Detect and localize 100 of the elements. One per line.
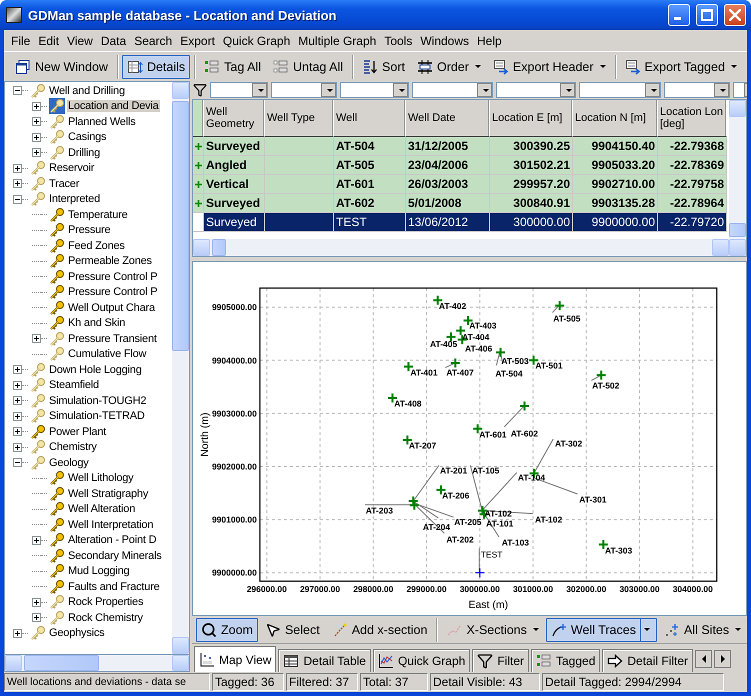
toolbar-button[interactable]: Order <box>412 54 486 78</box>
menu-item[interactable]: Tools <box>380 34 416 48</box>
table-cell: 23/04/2006 <box>406 156 490 175</box>
column-header[interactable]: Well Geometry <box>204 100 265 137</box>
tree-item[interactable]: Well and Drilling <box>48 84 126 97</box>
tab[interactable]: Filter <box>472 649 529 672</box>
tree-item[interactable]: Well Lithology <box>67 472 134 484</box>
toolbar-button[interactable]: Sort <box>357 54 410 78</box>
table-cell: AT-601 <box>334 175 406 194</box>
tree-item[interactable]: Temperature <box>67 208 129 221</box>
tree-item[interactable]: Cumulative Flow <box>67 348 148 360</box>
tree-item[interactable]: Simulation-TOUGH2 <box>48 394 148 407</box>
menu-item[interactable]: Multiple Graph <box>294 34 380 48</box>
tree-item[interactable]: Well Output Chara <box>67 302 156 314</box>
tree-item[interactable]: Alteration - Point D <box>67 534 158 546</box>
table-cell: 299957.20 <box>490 175 573 194</box>
toolbar-button[interactable]: Export Header <box>488 54 611 78</box>
tree-item[interactable]: Planned Wells <box>67 116 137 128</box>
toolbar-button[interactable]: Select <box>260 618 325 642</box>
tree-item[interactable]: Chemistry <box>48 441 98 454</box>
toolbar-button[interactable]: Export Tagged <box>620 54 742 78</box>
well-label: AT-505 <box>553 314 580 324</box>
well-label: AT-406 <box>465 343 492 354</box>
menu-item[interactable]: Help <box>473 34 506 48</box>
axis-tick-label: 9904000.00 <box>212 355 257 366</box>
tree-item[interactable]: Pressure Transient <box>67 332 158 345</box>
well-label: AT-102 <box>535 514 562 524</box>
tree-item[interactable]: Interpreted <box>48 193 102 206</box>
tree-item[interactable]: Well Stratigraphy <box>67 488 150 500</box>
well-label: AT-101 <box>486 518 514 528</box>
tree-item[interactable]: Permeable Zones <box>67 255 153 268</box>
status-text: Total: 37 <box>360 673 428 691</box>
tree-item[interactable]: Steamfield <box>48 379 100 392</box>
tab[interactable]: Quick Graph <box>372 649 470 672</box>
tab[interactable]: Detail Table <box>278 649 371 672</box>
tree-item[interactable]: Faults and Fracture <box>67 580 161 593</box>
tree-item[interactable]: Location and Devia <box>67 100 160 112</box>
column-header[interactable]: Location Lon [deg] <box>658 100 727 137</box>
tree-item[interactable]: Pressure <box>67 224 112 236</box>
toolbar-button[interactable]: Details <box>122 54 190 78</box>
menu-item[interactable]: Edit <box>34 34 64 48</box>
column-header[interactable]: Well Type <box>265 100 334 137</box>
menu-item[interactable]: File <box>7 34 34 48</box>
column-header[interactable]: Location E [m] <box>490 100 573 137</box>
tree-item[interactable]: Rock Properties <box>67 596 144 608</box>
column-header[interactable]: Location N [m] <box>573 100 658 137</box>
well-label: AT-502 <box>592 380 620 390</box>
menu-item[interactable]: Windows <box>416 34 474 48</box>
tree-item[interactable]: Casings <box>67 131 108 144</box>
tree-item[interactable]: Well Interpretation <box>67 518 154 531</box>
tree-item[interactable]: Tracer <box>48 178 80 190</box>
status-text: Detail Tagged: 2994/2994 <box>542 673 724 691</box>
tree-item[interactable]: Geology <box>48 456 90 469</box>
tree-item[interactable]: Reservoir <box>48 162 96 174</box>
tree-item[interactable]: Pressure Control P <box>67 286 158 298</box>
tab[interactable]: Tagged <box>531 649 600 672</box>
table-cell: Surveyed <box>204 213 265 232</box>
well-label: AT-103 <box>502 538 530 548</box>
tree-item[interactable]: Well Alteration <box>67 503 136 516</box>
tree-item[interactable]: Simulation-TETRAD <box>48 410 146 422</box>
column-header[interactable]: Well Date <box>406 100 490 137</box>
toolbar-button[interactable]: Add x-section <box>326 618 432 642</box>
menu-item[interactable]: Data <box>96 34 130 48</box>
toolbar-button[interactable]: X-Sections <box>441 618 544 642</box>
tree-item[interactable]: Rock Chemistry <box>67 612 144 624</box>
tree-item[interactable]: Kh and Skin <box>67 317 126 330</box>
column-header[interactable]: Well <box>334 100 406 137</box>
table-cell: TEST <box>334 213 406 232</box>
menu-item[interactable]: View <box>63 34 97 48</box>
toolbar-button[interactable]: Untag All <box>268 54 348 78</box>
menu-item[interactable]: Quick Graph <box>218 34 294 48</box>
axis-tick-label: 301000.00 <box>512 584 554 594</box>
toolbar-button[interactable]: New Window <box>10 54 113 78</box>
tree-item[interactable]: Feed Zones <box>67 240 126 252</box>
toolbar-button[interactable]: Zoom <box>196 618 258 642</box>
tree-item[interactable]: Power Plant <box>48 426 108 438</box>
menu-item[interactable]: Search <box>130 34 176 48</box>
table-cell: 9900000.00 <box>573 213 658 232</box>
tree-item[interactable]: Secondary Minerals <box>67 550 163 562</box>
well-label: AT-105 <box>472 465 500 476</box>
tree-item[interactable]: Geophysics <box>48 627 106 640</box>
tree-item[interactable]: Pressure Control P <box>67 270 158 283</box>
status-text: Tagged: 36 <box>212 673 284 691</box>
tree-item[interactable]: Drilling <box>67 146 102 159</box>
well-label: AT-301 <box>579 494 607 504</box>
tree-item[interactable]: Down Hole Logging <box>48 364 143 376</box>
tab[interactable]: Detail Filter <box>602 649 694 672</box>
axis-tick-label: 9903000.00 <box>212 408 257 418</box>
menu-item[interactable]: Export <box>176 34 219 48</box>
well-label: AT-408 <box>394 398 422 408</box>
well-label: AT-401 <box>410 368 438 378</box>
well-label: AT-303 <box>605 545 632 556</box>
well-label: AT-503 <box>501 356 529 366</box>
table-cell: 9903135.28 <box>573 194 658 213</box>
tree-item[interactable]: Mud Logging <box>67 565 130 578</box>
toolbar-button[interactable]: All Sites <box>658 618 746 642</box>
tab[interactable]: Map View <box>194 646 276 672</box>
toolbar-button[interactable]: Well Traces <box>546 618 657 642</box>
axis-tick-label: 9902000.00 <box>212 462 257 472</box>
toolbar-button[interactable]: Tag All <box>199 54 266 78</box>
